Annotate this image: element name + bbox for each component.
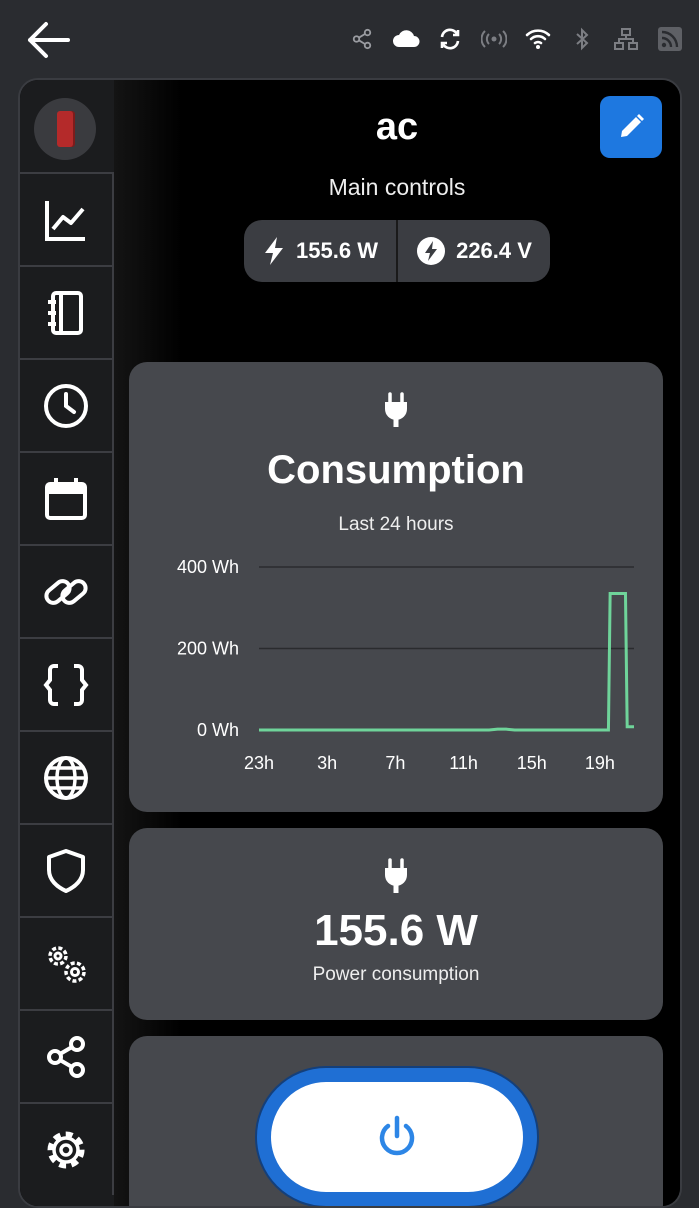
share-icon bbox=[47, 1035, 85, 1078]
voltage-chip[interactable]: 226.4 V bbox=[398, 220, 550, 282]
globe-icon bbox=[44, 755, 88, 800]
rss-icon[interactable] bbox=[655, 24, 685, 54]
x-tick-label: 7h bbox=[385, 753, 405, 773]
sidebar-item-link[interactable] bbox=[20, 544, 114, 637]
sidebar-item-code[interactable] bbox=[20, 637, 114, 730]
power-toggle-button[interactable] bbox=[257, 1068, 537, 1206]
power-value: 155.6 W bbox=[314, 906, 478, 955]
link-icon bbox=[44, 578, 88, 605]
sidebar-item-clock[interactable] bbox=[20, 358, 114, 451]
x-tick-label: 23h bbox=[244, 753, 274, 773]
settings-icon bbox=[47, 1131, 85, 1168]
sidebar-item-shield[interactable] bbox=[20, 823, 114, 916]
consumption-chart: 400 Wh 200 Wh 0 Wh23h 3h 7h 11h 15h 19h bbox=[177, 557, 634, 773]
section-subtitle: Main controls bbox=[328, 174, 466, 200]
voltage-chip-value: 226.4 V bbox=[456, 238, 532, 263]
page-title: ac bbox=[375, 106, 419, 148]
notebook-icon bbox=[48, 290, 83, 335]
quick-stats: 155.6 W 226.4 V bbox=[244, 220, 550, 282]
sidebar-item-notebook[interactable] bbox=[20, 265, 114, 358]
consumption-card[interactable]: Consumption Last 24 hours 400 Wh 200 Wh 0 … bbox=[129, 362, 663, 812]
y-tick-label: 200 Wh bbox=[177, 639, 239, 659]
status-icons bbox=[347, 22, 685, 56]
clock-icon bbox=[44, 383, 88, 428]
sidebar-item-share[interactable] bbox=[20, 1009, 114, 1102]
sidebar-item-settings[interactable] bbox=[20, 1102, 114, 1195]
edit-button[interactable] bbox=[600, 96, 662, 158]
top-bar bbox=[0, 0, 699, 78]
network-icon[interactable] bbox=[611, 24, 641, 54]
lightning-icon bbox=[265, 237, 284, 265]
bluetooth-icon[interactable] bbox=[567, 24, 597, 54]
sync-icon[interactable] bbox=[435, 24, 465, 54]
chart-icon bbox=[45, 200, 85, 241]
power-chip-value: 155.6 W bbox=[296, 238, 378, 263]
power-chip[interactable]: 155.6 W bbox=[244, 220, 398, 282]
plug-icon bbox=[385, 392, 407, 427]
arrow-left-icon bbox=[28, 22, 70, 58]
device-frame: ac Main controls 155.6 W 226.4 V Consump… bbox=[18, 78, 682, 1208]
y-tick-label: 0 Wh bbox=[197, 720, 239, 740]
x-tick-label: 3h bbox=[317, 753, 337, 773]
shield-icon bbox=[47, 848, 85, 893]
plug-icon bbox=[385, 858, 407, 893]
sidebar-nav bbox=[20, 172, 114, 1195]
x-tick-label: 11h bbox=[449, 753, 478, 773]
cloud-icon[interactable] bbox=[391, 24, 421, 54]
sidebar-item-globe[interactable] bbox=[20, 730, 114, 823]
back-button[interactable] bbox=[24, 18, 72, 62]
code-braces-icon bbox=[43, 663, 89, 706]
sidebar-item-chart[interactable] bbox=[20, 172, 114, 265]
switch-card bbox=[129, 1036, 663, 1206]
sidebar-item-cogs[interactable] bbox=[20, 916, 114, 1009]
x-tick-label: 19h bbox=[585, 753, 615, 773]
sidebar bbox=[20, 80, 114, 1206]
consumption-title: Consumption bbox=[267, 448, 525, 492]
broadcast-icon[interactable] bbox=[479, 24, 509, 54]
device-avatar[interactable] bbox=[34, 98, 96, 160]
x-tick-label: 15h bbox=[517, 753, 547, 773]
sidebar-item-calendar[interactable] bbox=[20, 451, 114, 544]
y-tick-label: 400 Wh bbox=[177, 557, 239, 577]
power-label: Power consumption bbox=[312, 964, 480, 985]
voltage-circle-icon bbox=[417, 237, 446, 265]
power-icon bbox=[379, 1115, 415, 1156]
device-image bbox=[57, 111, 73, 147]
power-card[interactable]: 155.6 W Power consumption bbox=[129, 828, 663, 1020]
calendar-icon bbox=[45, 477, 87, 520]
consumption-series-line bbox=[259, 591, 634, 732]
wifi-icon[interactable] bbox=[523, 24, 553, 54]
cogs-icon bbox=[48, 945, 86, 983]
consumption-subtitle: Last 24 hours bbox=[338, 514, 454, 535]
share-icon[interactable] bbox=[347, 24, 377, 54]
pencil-icon bbox=[621, 114, 644, 137]
main-content: ac Main controls 155.6 W 226.4 V Consump… bbox=[114, 80, 680, 1206]
